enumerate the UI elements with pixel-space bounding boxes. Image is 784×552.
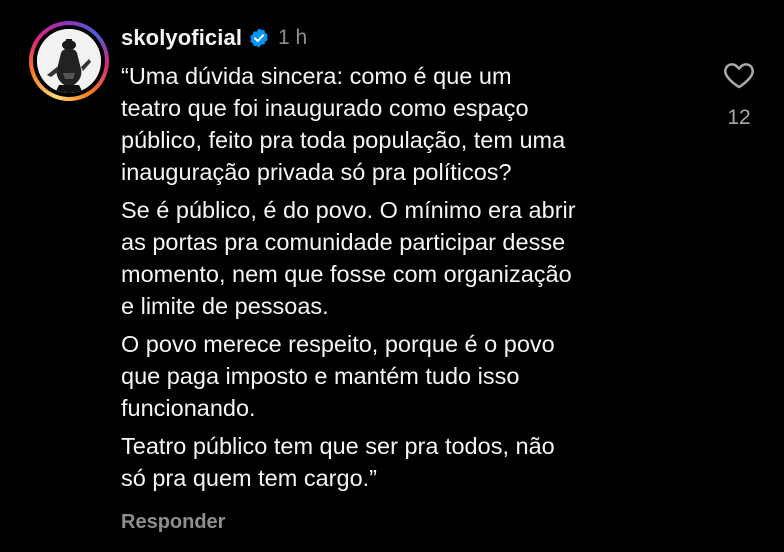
- comment-timestamp: 1 h: [278, 26, 308, 49]
- username-link[interactable]: skolyoficial: [121, 25, 242, 51]
- comment-line: teatro que foi inaugurado como espaço: [121, 95, 529, 121]
- avatar[interactable]: [37, 29, 101, 93]
- like-control: 12: [719, 58, 759, 138]
- comment-header: skolyoficial 1 h: [121, 24, 307, 52]
- comment-line: e limite de pessoas.: [121, 293, 329, 319]
- heart-outline-icon[interactable]: [719, 58, 759, 92]
- comment-paragraph: Se é público, é do povo. O mínimo era ab…: [121, 194, 696, 322]
- comment-line: momento, nem que fosse com organização: [121, 261, 572, 287]
- like-count: 12: [727, 106, 751, 129]
- comment-paragraph: “Uma dúvida sincera: como é que um teatr…: [121, 60, 696, 188]
- verified-badge-icon: [248, 27, 270, 49]
- comment-paragraph: O povo merece respeito, porque é o povo …: [121, 328, 696, 424]
- comment-line: inauguração privada só pra políticos?: [121, 159, 512, 185]
- comment-paragraph: Teatro público tem que ser pra todos, nã…: [121, 430, 696, 494]
- avatar-image: [37, 29, 101, 93]
- avatar-story-ring[interactable]: [29, 21, 109, 101]
- comment-line: Teatro público tem que ser pra todos, nã…: [121, 433, 555, 459]
- comment-line: público, feito pra toda população, tem u…: [121, 127, 566, 153]
- comment-line: O povo merece respeito, porque é o povo: [121, 331, 555, 357]
- comment-body: “Uma dúvida sincera: como é que um teatr…: [121, 60, 696, 500]
- comment-line: “Uma dúvida sincera: como é que um: [121, 63, 512, 89]
- comment-line: Se é público, é do povo. O mínimo era ab…: [121, 197, 576, 223]
- comment-line: que paga imposto e mantém tudo isso: [121, 363, 520, 389]
- comment-line: funcionando.: [121, 395, 256, 421]
- reply-button[interactable]: Responder: [121, 511, 225, 534]
- comment-line: as portas pra comunidade participar dess…: [121, 229, 566, 255]
- avatar-ring-gap: [33, 25, 105, 97]
- comment-line: só pra quem tem cargo.”: [121, 465, 377, 491]
